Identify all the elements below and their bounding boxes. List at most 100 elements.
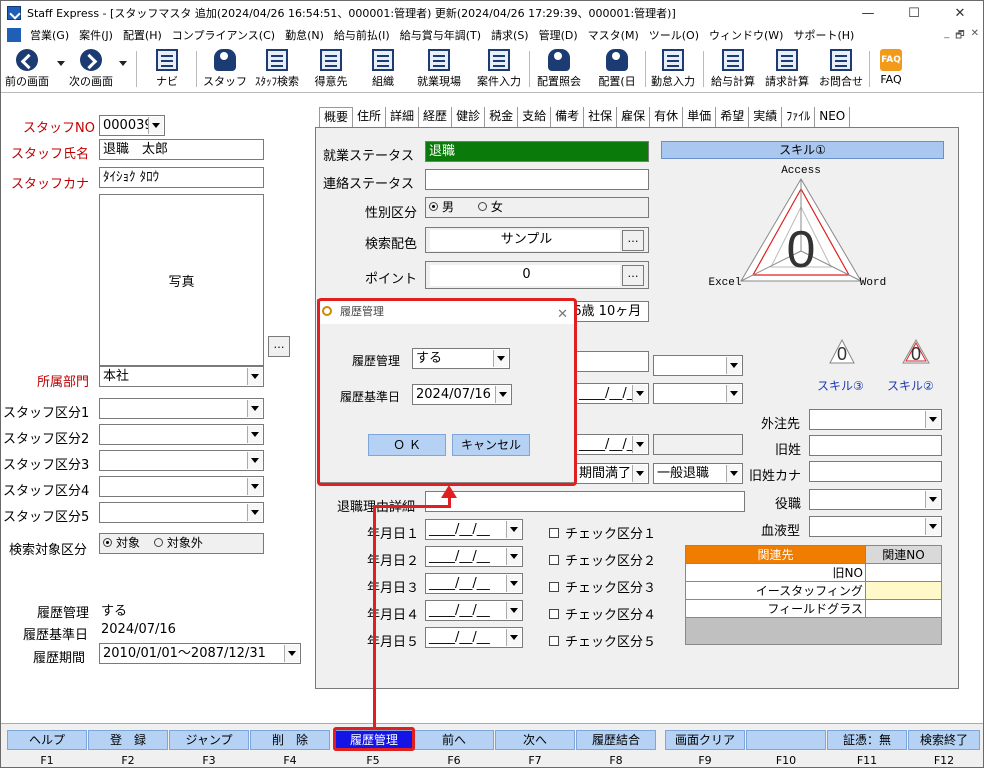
retire-field-a[interactable] [575,351,649,372]
menu-billing[interactable]: 請求(S) [486,27,534,43]
skill3-label[interactable]: スキル③ [817,377,864,394]
search-target-on-radio[interactable] [103,538,112,547]
staff-class5-select[interactable] [99,502,264,523]
dept-select[interactable]: 本社 [99,366,264,387]
date1-select[interactable]: ____/__/__ [425,519,523,540]
tab-social-ins[interactable]: 社保 [584,107,618,127]
related-no-cell[interactable] [864,581,943,600]
check4[interactable]: チェック区分４ [549,604,656,623]
check1-box[interactable] [549,528,559,538]
menu-advance-pay[interactable]: 給与前払(I) [329,27,395,43]
chevron-down-icon[interactable] [632,465,647,482]
tab-overview[interactable]: 概要 [319,107,354,127]
chevron-down-icon[interactable] [632,385,647,402]
chevron-down-icon[interactable] [925,491,940,508]
staff-kana-input[interactable]: ﾀｲｼｮｸ ﾀﾛｳ [99,167,264,188]
dialog-mgmt-select[interactable]: する [412,348,510,369]
check3[interactable]: チェック区分３ [549,577,656,596]
f6-prev-button[interactable]: 前へ [414,730,494,750]
tab-health[interactable]: 健診 [452,107,486,127]
tab-wishes[interactable]: 希望 [716,107,750,127]
staff-class4-select[interactable] [99,476,264,497]
search-target-off-radio[interactable] [153,538,163,547]
date5-select[interactable]: ____/__/__ [425,627,523,648]
attendance-button[interactable]: 勤怠入力 [647,47,699,91]
chevron-down-icon[interactable] [506,548,521,565]
point-button[interactable]: … [622,265,644,286]
payroll-button[interactable]: 給与計算 [707,47,759,91]
tab-notes[interactable]: 備考 [551,107,585,127]
f4-delete-button[interactable]: 削 除 [250,730,330,750]
client-button[interactable]: 得意先 [309,47,353,91]
history-period-select[interactable]: 2010/01/01～2087/12/31 [99,643,301,664]
mdi-doc-icon[interactable] [7,28,21,42]
f3-jump-button[interactable]: ジャンプ [169,730,249,750]
mdi-close-button[interactable]: ✕ [971,28,979,45]
billing-button[interactable]: 請求計算 [761,47,813,91]
point-value[interactable]: 0 [430,265,620,286]
job-input-button[interactable]: 案件入力 [473,47,525,91]
menu-compliance[interactable]: コンプライアンス(C) [167,27,280,43]
chevron-down-icon[interactable] [247,400,262,417]
check2-box[interactable] [549,555,559,565]
chevron-down-icon[interactable] [247,426,262,443]
chevron-down-icon[interactable] [506,575,521,592]
staff-no-select[interactable]: 000039 [99,115,165,136]
chevron-down-icon[interactable] [493,350,508,367]
date2-select[interactable]: ____/__/__ [425,546,523,567]
menu-tools[interactable]: ツール(O) [644,27,704,43]
retire-date-b[interactable]: ____/__/__ [575,434,649,455]
menu-assign[interactable]: 配置(H) [118,27,167,43]
staff-search-button[interactable]: ｽﾀｯﾌ検索 [251,47,303,91]
retire-select-a[interactable] [653,355,743,376]
menu-window[interactable]: ウィンドウ(W) [704,27,788,43]
tab-detail[interactable]: 詳細 [386,107,420,127]
minimize-button[interactable]: — [845,1,891,25]
date4-select[interactable]: ____/__/__ [425,600,523,621]
gender-female-radio[interactable] [477,202,487,211]
dialog-cancel-button[interactable]: キャンセル [452,434,530,456]
chevron-down-icon[interactable] [506,629,521,646]
f7-next-button[interactable]: 次へ [495,730,575,750]
contact-button[interactable]: お問合せ [815,47,867,91]
retire-reason2-select[interactable]: 一般退職 [653,463,743,484]
check4-box[interactable] [549,609,559,619]
date3-select[interactable]: ____/__/__ [425,573,523,594]
f11-evidence-button[interactable]: 証憑：無 [827,730,907,750]
blood-select[interactable] [809,516,942,537]
skill2-label[interactable]: スキル② [887,377,934,394]
f9-clear-button[interactable]: 画面クリア [665,730,745,750]
skill2-mini-radar[interactable]: 0 [899,337,933,367]
org-button[interactable]: 組織 [363,47,403,91]
assign-inquiry-button[interactable]: 配置照会 [533,47,585,91]
tab-employment-ins[interactable]: 雇保 [617,107,651,127]
tab-neo[interactable]: NEO [815,107,851,127]
tab-unit-price[interactable]: 単価 [683,107,717,127]
work-status-field[interactable]: 退職 [425,141,649,162]
f1-help-button[interactable]: ヘルプ [7,730,87,750]
chevron-down-icon[interactable] [726,385,741,402]
staff-class1-select[interactable] [99,398,264,419]
prev-screen-button[interactable]: 前の画面 [3,47,65,91]
old-name-input[interactable] [809,435,942,456]
check5[interactable]: チェック区分５ [549,631,656,650]
chevron-down-icon[interactable] [247,452,262,469]
maximize-button[interactable]: ☐ [891,1,937,25]
check3-box[interactable] [549,582,559,592]
position-select[interactable] [809,489,942,510]
search-color-button[interactable]: … [622,230,644,251]
old-kana-input[interactable] [809,461,942,482]
faq-button[interactable]: FAQ FAQ [875,47,907,91]
retire-detail-input[interactable] [425,491,745,512]
menu-support[interactable]: サポート(H) [788,27,859,43]
chevron-down-icon[interactable] [148,117,163,134]
f5-history-mgmt-button[interactable]: 履歴管理 [335,730,413,750]
menu-attendance[interactable]: 勤怠(N) [280,27,329,43]
mdi-minimize-button[interactable]: _ [944,28,949,45]
check1[interactable]: チェック区分１ [549,523,656,542]
tab-pay[interactable]: 支給 [518,107,552,127]
related-no-cell[interactable] [864,563,943,582]
menu-sales[interactable]: 営業(G) [25,27,74,43]
tab-paid-leave[interactable]: 有休 [650,107,684,127]
mdi-restore-button[interactable]: 🗗 [955,28,964,45]
